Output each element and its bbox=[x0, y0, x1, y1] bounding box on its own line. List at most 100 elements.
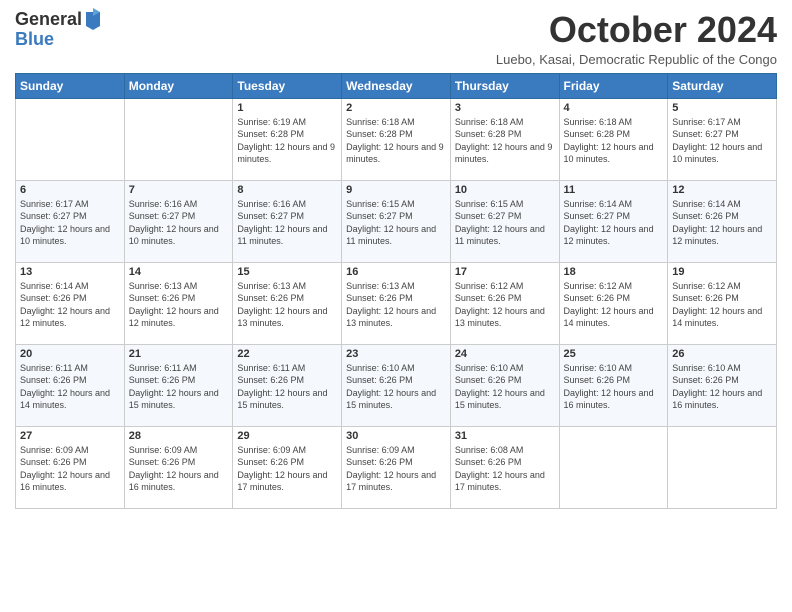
calendar-cell: 27 Sunrise: 6:09 AM Sunset: 6:26 PM Dayli… bbox=[16, 426, 125, 508]
day-number: 22 bbox=[237, 348, 337, 360]
day-info: Sunrise: 6:09 AM Sunset: 6:26 PM Dayligh… bbox=[20, 444, 120, 494]
calendar-cell: 21 Sunrise: 6:11 AM Sunset: 6:26 PM Dayli… bbox=[124, 344, 233, 426]
calendar-cell: 13 Sunrise: 6:14 AM Sunset: 6:26 PM Dayli… bbox=[16, 262, 125, 344]
calendar-cell: 1 Sunrise: 6:19 AM Sunset: 6:28 PM Daylig… bbox=[233, 98, 342, 180]
location-subtitle: Luebo, Kasai, Democratic Republic of the… bbox=[496, 52, 777, 67]
day-info: Sunrise: 6:14 AM Sunset: 6:27 PM Dayligh… bbox=[564, 198, 664, 248]
day-info: Sunrise: 6:19 AM Sunset: 6:28 PM Dayligh… bbox=[237, 116, 337, 166]
day-info: Sunrise: 6:11 AM Sunset: 6:26 PM Dayligh… bbox=[20, 362, 120, 412]
day-info: Sunrise: 6:17 AM Sunset: 6:27 PM Dayligh… bbox=[672, 116, 772, 166]
calendar-cell: 11Sunrise: 6:14 AM Sunset: 6:27 PM Dayli… bbox=[559, 180, 668, 262]
day-info: Sunrise: 6:10 AM Sunset: 6:26 PM Dayligh… bbox=[564, 362, 664, 412]
day-number: 19 bbox=[672, 266, 772, 278]
calendar-table: SundayMondayTuesdayWednesdayThursdayFrid… bbox=[15, 73, 777, 509]
calendar-cell: 25 Sunrise: 6:10 AM Sunset: 6:26 PM Dayli… bbox=[559, 344, 668, 426]
day-info: Sunrise: 6:11 AM Sunset: 6:26 PM Dayligh… bbox=[129, 362, 229, 412]
weekday-header-row: SundayMondayTuesdayWednesdayThursdayFrid… bbox=[16, 73, 777, 98]
day-info: Sunrise: 6:09 AM Sunset: 6:26 PM Dayligh… bbox=[346, 444, 446, 494]
calendar-cell: 5Sunrise: 6:17 AM Sunset: 6:27 PM Daylig… bbox=[668, 98, 777, 180]
day-number: 14 bbox=[129, 266, 229, 278]
day-number: 7 bbox=[129, 184, 229, 196]
calendar-cell: 4Sunrise: 6:18 AM Sunset: 6:28 PM Daylig… bbox=[559, 98, 668, 180]
day-number: 23 bbox=[346, 348, 446, 360]
day-info: Sunrise: 6:18 AM Sunset: 6:28 PM Dayligh… bbox=[564, 116, 664, 166]
calendar-cell: 16Sunrise: 6:13 AM Sunset: 6:26 PM Dayli… bbox=[342, 262, 451, 344]
day-number: 6 bbox=[20, 184, 120, 196]
day-number: 29 bbox=[237, 430, 337, 442]
day-info: Sunrise: 6:14 AM Sunset: 6:26 PM Dayligh… bbox=[672, 198, 772, 248]
day-number: 13 bbox=[20, 266, 120, 278]
weekday-header-tuesday: Tuesday bbox=[233, 73, 342, 98]
weekday-header-sunday: Sunday bbox=[16, 73, 125, 98]
calendar-week-4: 20 Sunrise: 6:11 AM Sunset: 6:26 PM Dayli… bbox=[16, 344, 777, 426]
day-number: 21 bbox=[129, 348, 229, 360]
calendar-cell: 9Sunrise: 6:15 AM Sunset: 6:27 PM Daylig… bbox=[342, 180, 451, 262]
day-info: Sunrise: 6:09 AM Sunset: 6:26 PM Dayligh… bbox=[129, 444, 229, 494]
calendar-cell: 28 Sunrise: 6:09 AM Sunset: 6:26 PM Dayli… bbox=[124, 426, 233, 508]
day-number: 20 bbox=[20, 348, 120, 360]
calendar-cell: 15 Sunrise: 6:13 AM Sunset: 6:26 PM Dayli… bbox=[233, 262, 342, 344]
day-number: 12 bbox=[672, 184, 772, 196]
calendar-cell: 18Sunrise: 6:12 AM Sunset: 6:26 PM Dayli… bbox=[559, 262, 668, 344]
day-info: Sunrise: 6:16 AM Sunset: 6:27 PM Dayligh… bbox=[237, 198, 337, 248]
calendar-week-5: 27 Sunrise: 6:09 AM Sunset: 6:26 PM Dayli… bbox=[16, 426, 777, 508]
month-title: October 2024 bbox=[496, 10, 777, 50]
day-number: 30 bbox=[346, 430, 446, 442]
day-info: Sunrise: 6:11 AM Sunset: 6:26 PM Dayligh… bbox=[237, 362, 337, 412]
day-number: 8 bbox=[237, 184, 337, 196]
day-number: 24 bbox=[455, 348, 555, 360]
day-info: Sunrise: 6:15 AM Sunset: 6:27 PM Dayligh… bbox=[455, 198, 555, 248]
day-number: 26 bbox=[672, 348, 772, 360]
day-number: 3 bbox=[455, 102, 555, 114]
day-number: 27 bbox=[20, 430, 120, 442]
calendar-cell: 20 Sunrise: 6:11 AM Sunset: 6:26 PM Dayli… bbox=[16, 344, 125, 426]
logo-icon bbox=[84, 8, 102, 30]
calendar-cell: 3 Sunrise: 6:18 AM Sunset: 6:28 PM Daylig… bbox=[450, 98, 559, 180]
calendar-cell bbox=[124, 98, 233, 180]
calendar-cell: 29 Sunrise: 6:09 AM Sunset: 6:26 PM Dayli… bbox=[233, 426, 342, 508]
day-number: 28 bbox=[129, 430, 229, 442]
calendar-cell: 2 Sunrise: 6:18 AM Sunset: 6:28 PM Daylig… bbox=[342, 98, 451, 180]
logo-general-text: General bbox=[15, 10, 82, 30]
day-number: 9 bbox=[346, 184, 446, 196]
day-info: Sunrise: 6:18 AM Sunset: 6:28 PM Dayligh… bbox=[346, 116, 446, 166]
calendar-cell bbox=[668, 426, 777, 508]
day-info: Sunrise: 6:12 AM Sunset: 6:26 PM Dayligh… bbox=[672, 280, 772, 330]
day-info: Sunrise: 6:16 AM Sunset: 6:27 PM Dayligh… bbox=[129, 198, 229, 248]
calendar-cell: 8 Sunrise: 6:16 AM Sunset: 6:27 PM Daylig… bbox=[233, 180, 342, 262]
calendar-cell: 19 Sunrise: 6:12 AM Sunset: 6:26 PM Dayli… bbox=[668, 262, 777, 344]
day-number: 15 bbox=[237, 266, 337, 278]
day-number: 18 bbox=[564, 266, 664, 278]
day-info: Sunrise: 6:13 AM Sunset: 6:26 PM Dayligh… bbox=[129, 280, 229, 330]
calendar-cell: 10 Sunrise: 6:15 AM Sunset: 6:27 PM Dayli… bbox=[450, 180, 559, 262]
day-number: 10 bbox=[455, 184, 555, 196]
header: General Blue October 2024 Luebo, Kasai, … bbox=[15, 10, 777, 67]
day-info: Sunrise: 6:09 AM Sunset: 6:26 PM Dayligh… bbox=[237, 444, 337, 494]
weekday-header-saturday: Saturday bbox=[668, 73, 777, 98]
day-info: Sunrise: 6:13 AM Sunset: 6:26 PM Dayligh… bbox=[237, 280, 337, 330]
day-number: 25 bbox=[564, 348, 664, 360]
calendar-cell: 12 Sunrise: 6:14 AM Sunset: 6:26 PM Dayli… bbox=[668, 180, 777, 262]
day-info: Sunrise: 6:08 AM Sunset: 6:26 PM Dayligh… bbox=[455, 444, 555, 494]
day-info: Sunrise: 6:18 AM Sunset: 6:28 PM Dayligh… bbox=[455, 116, 555, 166]
logo-blue-text: Blue bbox=[15, 29, 54, 49]
day-number: 17 bbox=[455, 266, 555, 278]
day-number: 2 bbox=[346, 102, 446, 114]
weekday-header-wednesday: Wednesday bbox=[342, 73, 451, 98]
calendar-cell: 30 Sunrise: 6:09 AM Sunset: 6:26 PM Dayli… bbox=[342, 426, 451, 508]
calendar-cell: 22 Sunrise: 6:11 AM Sunset: 6:26 PM Dayli… bbox=[233, 344, 342, 426]
page: General Blue October 2024 Luebo, Kasai, … bbox=[0, 0, 792, 612]
day-info: Sunrise: 6:10 AM Sunset: 6:26 PM Dayligh… bbox=[346, 362, 446, 412]
day-info: Sunrise: 6:17 AM Sunset: 6:27 PM Dayligh… bbox=[20, 198, 120, 248]
day-info: Sunrise: 6:14 AM Sunset: 6:26 PM Dayligh… bbox=[20, 280, 120, 330]
calendar-week-3: 13 Sunrise: 6:14 AM Sunset: 6:26 PM Dayli… bbox=[16, 262, 777, 344]
calendar-cell: 6 Sunrise: 6:17 AM Sunset: 6:27 PM Daylig… bbox=[16, 180, 125, 262]
calendar-cell: 23 Sunrise: 6:10 AM Sunset: 6:26 PM Dayli… bbox=[342, 344, 451, 426]
calendar-cell: 24Sunrise: 6:10 AM Sunset: 6:26 PM Dayli… bbox=[450, 344, 559, 426]
day-info: Sunrise: 6:13 AM Sunset: 6:26 PM Dayligh… bbox=[346, 280, 446, 330]
calendar-cell: 17Sunrise: 6:12 AM Sunset: 6:26 PM Dayli… bbox=[450, 262, 559, 344]
weekday-header-monday: Monday bbox=[124, 73, 233, 98]
calendar-cell: 26Sunrise: 6:10 AM Sunset: 6:26 PM Dayli… bbox=[668, 344, 777, 426]
day-number: 1 bbox=[237, 102, 337, 114]
calendar-cell: 7 Sunrise: 6:16 AM Sunset: 6:27 PM Daylig… bbox=[124, 180, 233, 262]
